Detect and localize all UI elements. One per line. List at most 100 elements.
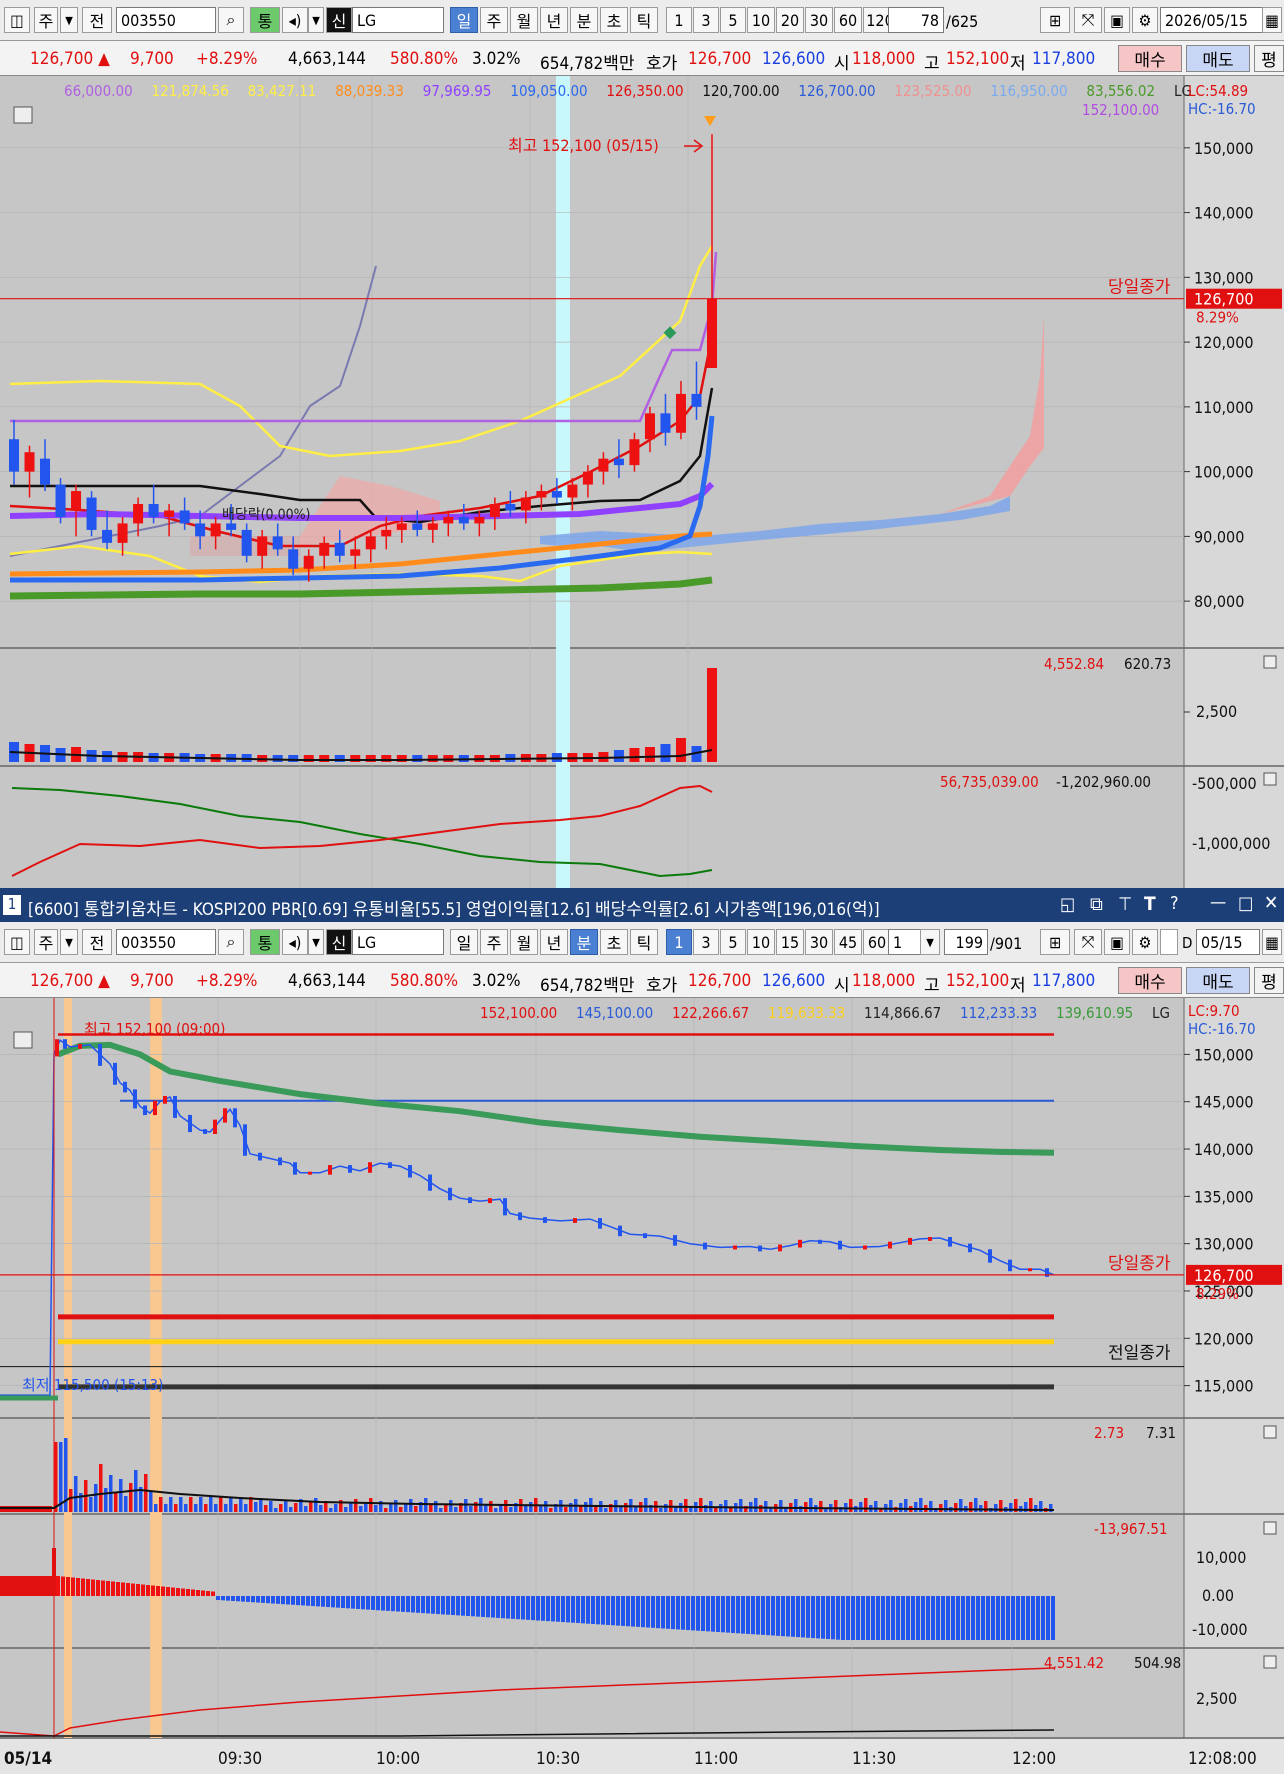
save-icon[interactable]: ▣: [1104, 929, 1130, 955]
interval-10[interactable]: 10: [747, 929, 775, 955]
interval-30[interactable]: 30: [805, 7, 833, 33]
pin-icon[interactable]: ⊤: [1118, 894, 1132, 915]
period-0[interactable]: 일: [450, 929, 478, 955]
volume-bar: [374, 1505, 378, 1512]
minute-chart[interactable]: 115,000120,000125,000130,000135,000140,0…: [0, 998, 1284, 1774]
period-1[interactable]: 주: [480, 7, 508, 33]
chevron-down-icon[interactable]: ▼: [60, 7, 78, 33]
interval-5[interactable]: 5: [720, 7, 746, 33]
help-icon[interactable]: ?: [1170, 893, 1179, 914]
sell-button[interactable]: 매도: [1186, 45, 1250, 72]
count-input[interactable]: 199: [944, 929, 988, 955]
volume-bar: [184, 1504, 188, 1512]
sell-button[interactable]: 매도: [1186, 967, 1250, 994]
close-icon[interactable]: ✕: [1264, 892, 1278, 914]
macd-bar: [926, 1596, 930, 1640]
macd-bar: [251, 1596, 255, 1603]
interval-45[interactable]: 45: [834, 929, 862, 955]
chevron-down-icon[interactable]: ▼: [308, 7, 324, 33]
period-5[interactable]: 초: [600, 929, 628, 955]
tile-icon[interactable]: ⧉: [1090, 894, 1103, 915]
name-input[interactable]: LG: [352, 929, 444, 955]
mode-select[interactable]: 주: [34, 929, 58, 955]
period-0[interactable]: 일: [450, 7, 478, 33]
buy-button[interactable]: 매수: [1118, 967, 1182, 994]
chevron-down-icon[interactable]: ▼: [60, 929, 78, 955]
volume-bar: [469, 1506, 473, 1512]
chevron-down-icon[interactable]: ▼: [308, 929, 324, 955]
period-4[interactable]: 분: [570, 7, 598, 33]
interval-10[interactable]: 10: [747, 7, 775, 33]
sound-icon[interactable]: ◂): [282, 7, 308, 33]
compare-icon[interactable]: ⤧: [1074, 929, 1102, 955]
interval-5[interactable]: 5: [720, 929, 746, 955]
period-3[interactable]: 년: [540, 929, 568, 955]
interval-60[interactable]: 60: [863, 929, 891, 955]
interval-15[interactable]: 15: [776, 929, 804, 955]
chart-tool-icon[interactable]: ⊞: [1040, 7, 1070, 33]
calendar-icon[interactable]: ▦: [1262, 929, 1282, 955]
macd-bar: [296, 1596, 300, 1606]
macd-bar: [336, 1596, 340, 1608]
period-1[interactable]: 주: [480, 929, 508, 955]
tong-button[interactable]: 통: [250, 929, 280, 955]
period-5[interactable]: 초: [600, 7, 628, 33]
interval-1[interactable]: 1: [666, 7, 692, 33]
macd-bar: [456, 1596, 460, 1616]
interval-3[interactable]: 3: [693, 929, 719, 955]
legend-value: 119,633.33: [768, 1004, 845, 1022]
extra-button[interactable]: 평: [1254, 967, 1284, 994]
shin-button[interactable]: 신: [326, 7, 352, 33]
volume-bar: [904, 1499, 908, 1512]
count-input[interactable]: 78: [888, 7, 944, 33]
interval-1[interactable]: 1: [666, 929, 692, 955]
macd-bar: [181, 1588, 185, 1596]
window-icon[interactable]: ◫: [4, 7, 30, 33]
mode-select[interactable]: 주: [34, 7, 58, 33]
period-6[interactable]: 틱: [630, 929, 658, 955]
name-input[interactable]: LG: [352, 7, 444, 33]
interval-30[interactable]: 30: [805, 929, 833, 955]
gear-icon[interactable]: ⚙: [1132, 7, 1158, 33]
code-input[interactable]: 003550: [116, 7, 216, 33]
shin-button[interactable]: 신: [326, 929, 352, 955]
save-icon[interactable]: ▣: [1104, 7, 1130, 33]
interval-60[interactable]: 60: [834, 7, 862, 33]
prev-button[interactable]: 전: [82, 7, 112, 33]
d-checkbox[interactable]: [1160, 929, 1178, 955]
extra-button[interactable]: 평: [1254, 45, 1284, 72]
y-tick-label: 150,000: [1194, 139, 1254, 158]
macd-bar: [626, 1596, 630, 1627]
tong-button[interactable]: 통: [250, 7, 280, 33]
compare-icon[interactable]: ⤧: [1074, 7, 1102, 33]
code-input[interactable]: 003550: [116, 929, 216, 955]
window-icon[interactable]: ◫: [4, 929, 30, 955]
interval-20[interactable]: 20: [776, 7, 804, 33]
period-2[interactable]: 월: [510, 929, 538, 955]
search-icon[interactable]: ⌕: [218, 7, 244, 33]
buy-button[interactable]: 매수: [1118, 45, 1182, 72]
period-3[interactable]: 년: [540, 7, 568, 33]
macd-bar: [891, 1596, 895, 1640]
date-input[interactable]: 05/15: [1196, 929, 1260, 955]
maximize-icon[interactable]: □: [1238, 893, 1253, 914]
search-icon[interactable]: ⌕: [218, 929, 244, 955]
restore-icon[interactable]: ◱: [1060, 894, 1075, 915]
chart-tool-icon[interactable]: ⊞: [1040, 929, 1070, 955]
daily-chart[interactable]: 80,000 90,000 100,000 110,000 120,000 130,000…: [0, 76, 1284, 888]
date-input[interactable]: 2026/05/15: [1160, 7, 1264, 33]
calendar-icon[interactable]: ▦: [1262, 7, 1282, 33]
font-icon[interactable]: T: [1144, 893, 1156, 915]
period-4[interactable]: 분: [570, 929, 598, 955]
minimize-icon[interactable]: —: [1210, 892, 1226, 913]
sound-icon[interactable]: ◂): [282, 929, 308, 955]
period-2[interactable]: 월: [510, 7, 538, 33]
macd-bar: [1021, 1596, 1025, 1640]
macd-bar: [621, 1596, 625, 1626]
gear-icon[interactable]: ⚙: [1132, 929, 1158, 955]
period-6[interactable]: 틱: [630, 7, 658, 33]
prev-button[interactable]: 전: [82, 929, 112, 955]
volume-bar: [494, 1508, 498, 1512]
interval-3[interactable]: 3: [693, 7, 719, 33]
chevron-down-icon[interactable]: ▼: [920, 929, 940, 955]
